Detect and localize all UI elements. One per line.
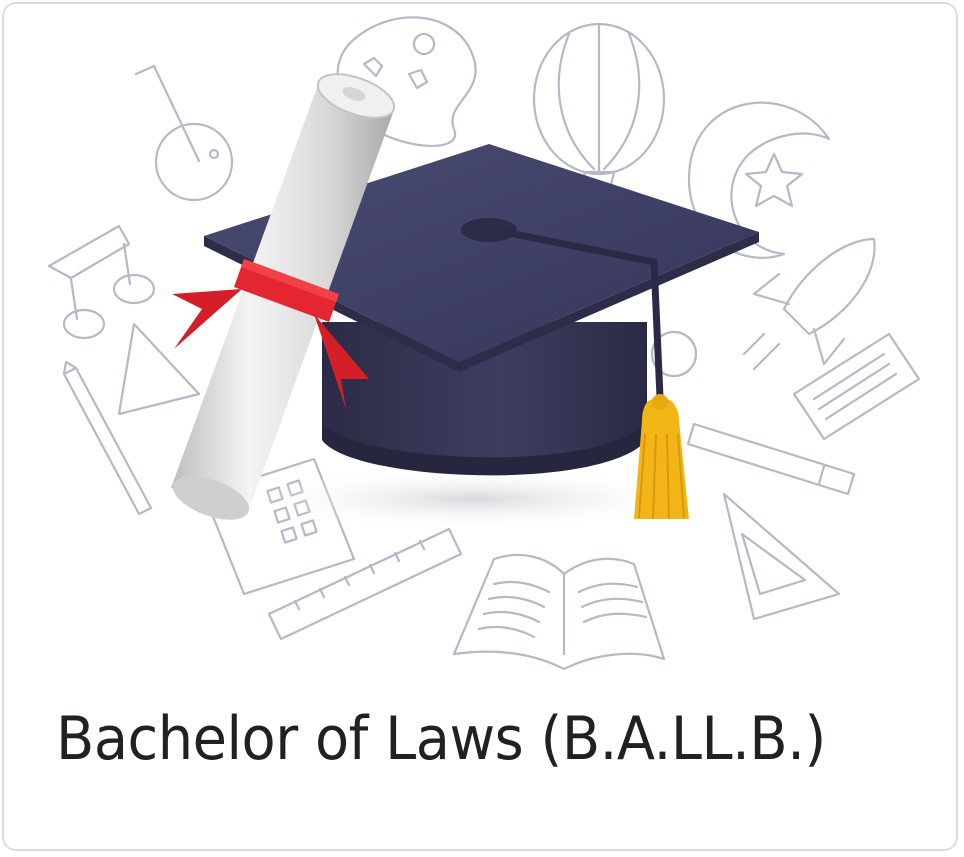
doodle-open-book-icon <box>452 554 666 671</box>
doodle-notepad-icon <box>792 332 921 441</box>
doodle-flask-icon <box>134 64 234 202</box>
doodle-pencil-icon <box>62 360 153 516</box>
doodle-ruler-icon <box>267 527 463 641</box>
course-card[interactable]: Bachelor of Laws (B.A.LL.B.) <box>2 2 958 851</box>
doodle-set-square-icon <box>722 492 841 621</box>
graduation-illustration <box>47 16 921 671</box>
course-title: Bachelor of Laws (B.A.LL.B.) <box>56 704 826 774</box>
doodle-music-note-icon <box>47 224 156 340</box>
